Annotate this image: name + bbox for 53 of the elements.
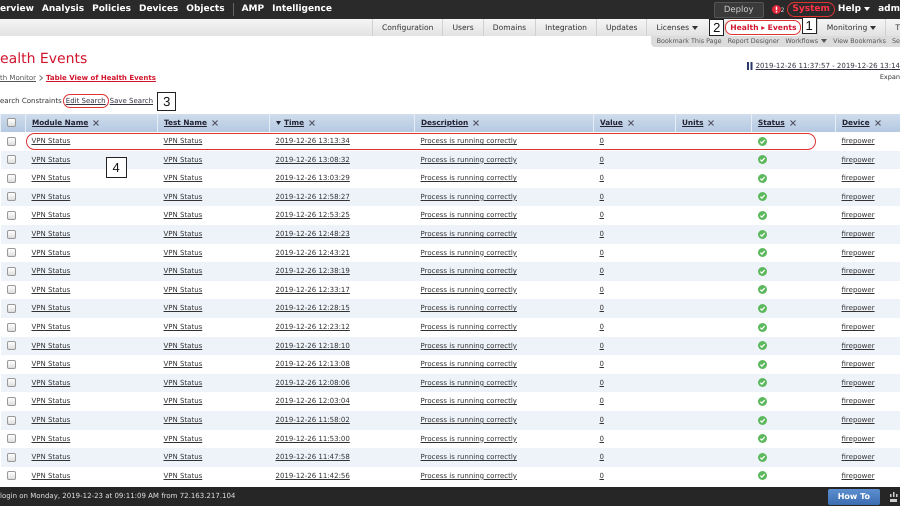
checkbox[interactable] [6,155,16,164]
close-icon[interactable] [874,120,881,126]
checkbox[interactable] [6,248,16,258]
page-title: ealth Events [0,51,88,69]
nav-item[interactable]: Policies [88,3,135,16]
checkbox[interactable] [6,378,16,388]
checkbox[interactable] [6,416,16,425]
caret-icon [864,6,870,11]
checkbox[interactable] [6,434,16,444]
alert-icon[interactable] [772,5,781,14]
checkbox[interactable] [6,211,16,220]
checkbox[interactable] [7,118,16,128]
chevron-icon [39,74,44,81]
checkbox[interactable] [6,360,16,369]
checkbox[interactable] [6,304,16,313]
nav-item[interactable]: System [788,3,834,16]
how-to-button[interactable]: How To [828,488,880,504]
close-icon[interactable] [212,120,218,126]
close-icon[interactable] [473,120,480,126]
close-icon[interactable] [93,120,100,126]
checkbox[interactable] [6,471,16,480]
checkbox[interactable] [6,192,16,202]
close-icon[interactable] [790,120,796,126]
checkbox[interactable] [6,266,16,276]
checkbox[interactable] [6,341,16,350]
checkbox[interactable] [6,452,16,462]
callout-number: 2 [709,19,724,36]
deploy-button[interactable]: Deploy [714,2,764,18]
nav-item[interactable]: Analysis [38,3,88,16]
caret-icon [870,26,876,30]
checkbox[interactable] [6,174,16,183]
nav-item[interactable]: AMP [238,3,268,16]
callout-number: 4 [106,156,127,178]
checkbox[interactable] [6,285,16,294]
pause-icon[interactable] [746,62,753,70]
checkbox[interactable] [6,396,16,406]
checkbox[interactable] [6,136,16,146]
callout-number: 1 [802,17,817,34]
nav-item[interactable]: Intelligence [268,3,336,16]
checkbox[interactable] [6,322,16,332]
nav-item[interactable]: Help [834,3,874,16]
logo-icon [890,490,900,502]
callout-number: 3 [157,92,176,110]
close-icon[interactable] [708,120,714,126]
nav-item[interactable]: adm [874,3,900,16]
close-icon[interactable] [628,120,634,126]
nav-item[interactable]: Objects [182,3,229,16]
close-icon[interactable] [309,120,316,126]
nav-item[interactable]: Devices [134,3,182,16]
nav-item[interactable]: erview [0,3,38,16]
caret-icon [821,38,828,43]
caret-icon [692,26,698,30]
checkbox[interactable] [6,230,16,239]
